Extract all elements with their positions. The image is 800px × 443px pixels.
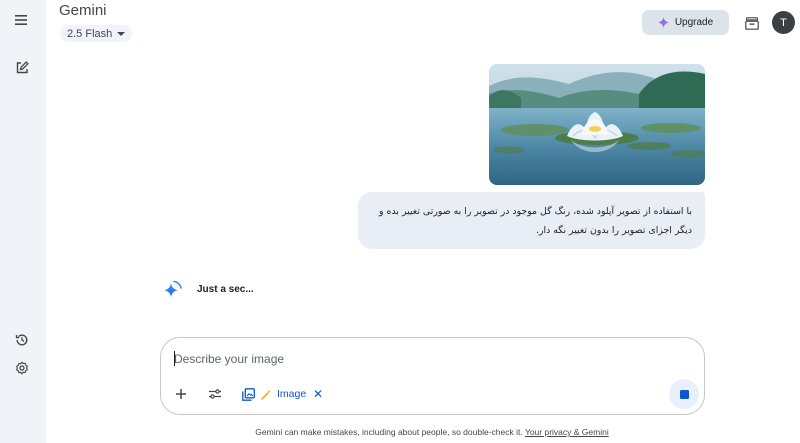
user-prompt-line: با استفاده از تصویر آپلود شده، رنگ گل مو… — [379, 206, 692, 217]
tools-icon[interactable] — [206, 385, 224, 403]
sidebar-rail — [0, 0, 46, 443]
disclaimer: Gemini can make mistakes, including abou… — [0, 427, 800, 437]
image-tool-chip[interactable]: Image — [261, 386, 306, 402]
settings-icon[interactable] — [11, 357, 33, 379]
saved-items-icon[interactable] — [743, 14, 761, 32]
history-icon[interactable] — [11, 329, 33, 351]
upgrade-label: Upgrade — [674, 17, 714, 28]
gemini-spark-icon — [163, 279, 183, 299]
user-prompt-bubble: با استفاده از تصویر آپلود شده، رنگ گل مو… — [358, 192, 705, 249]
model-selector-label: 2.5 Flash — [67, 27, 113, 40]
prompt-composer: Image ✕ — [160, 337, 705, 415]
app-title: Gemini — [59, 2, 107, 19]
sparkle-icon — [657, 17, 669, 28]
stop-icon — [679, 389, 689, 399]
user-prompt-line: دیگر اجزای تصویر را بدون تغییر نگه دار. — [535, 225, 692, 236]
response-status: Just a sec... — [197, 284, 254, 295]
close-icon[interactable]: ✕ — [312, 387, 324, 401]
upgrade-button[interactable]: Upgrade — [642, 10, 729, 35]
menu-icon[interactable] — [11, 9, 33, 31]
text-cursor — [174, 351, 175, 366]
uploaded-image[interactable] — [489, 64, 705, 185]
gemini-app: Gemini 2.5 Flash Upgrade T با استفاده از… — [0, 0, 800, 443]
chevron-down-icon — [117, 31, 126, 36]
image-library-icon[interactable] — [239, 385, 257, 403]
stop-response-button[interactable] — [669, 379, 699, 409]
disclaimer-text: Gemini can make mistakes, including abou… — [255, 427, 523, 437]
image-tool-label: Image — [277, 388, 307, 400]
magic-wand-icon — [261, 389, 271, 400]
new-chat-icon[interactable] — [11, 57, 33, 79]
prompt-input[interactable] — [174, 350, 574, 368]
model-selector[interactable]: 2.5 Flash — [60, 25, 133, 42]
add-files-icon[interactable] — [172, 385, 190, 403]
privacy-link[interactable]: Your privacy & Gemini — [525, 427, 609, 437]
avatar[interactable]: T — [772, 11, 795, 34]
